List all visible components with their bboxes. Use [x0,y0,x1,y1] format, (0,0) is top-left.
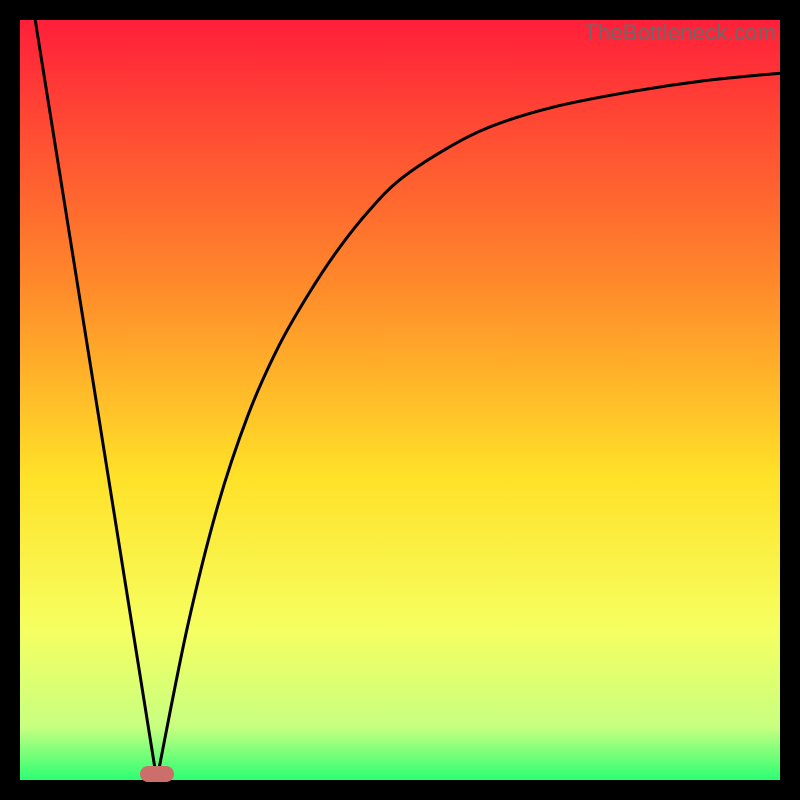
chart-svg [20,20,780,780]
gradient-background [20,20,780,780]
chart-frame: TheBottleneck.com [20,20,780,780]
optimal-point-marker [140,766,174,782]
watermark-text: TheBottleneck.com [584,20,776,46]
